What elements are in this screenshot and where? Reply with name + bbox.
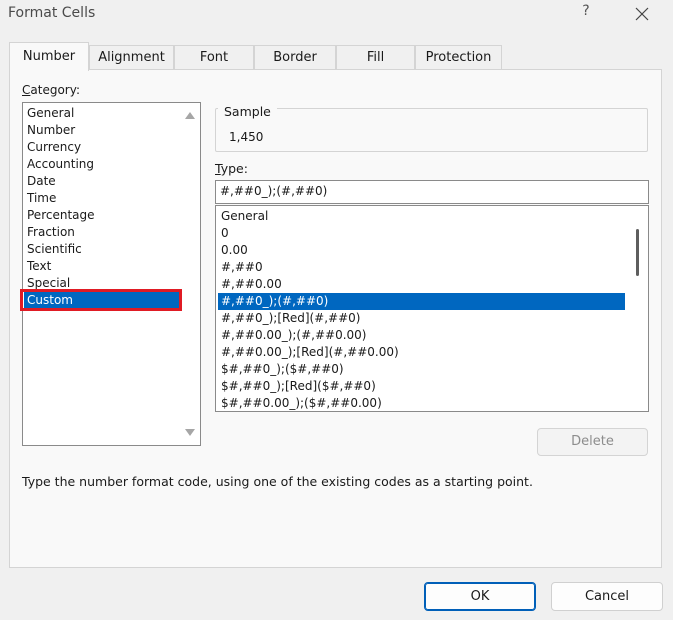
format-item[interactable]: #,##0.00_);(#,##0.00) [221,327,366,344]
category-item-number[interactable]: Number [27,122,75,139]
scroll-up-icon[interactable] [185,112,195,119]
format-item[interactable]: #,##0 [221,259,263,276]
format-item[interactable]: 0.00 [221,242,248,259]
category-label: Category: [22,83,80,97]
category-item-custom[interactable]: Custom [24,292,181,309]
cancel-button[interactable]: Cancel [551,582,663,611]
title-bar: Format Cells ? [0,0,673,30]
category-item-scientific[interactable]: Scientific [27,241,82,258]
format-scrollbar[interactable] [629,207,647,410]
tab-fill[interactable]: Fill [336,45,415,70]
hint-text: Type the number format code, using one o… [22,474,533,489]
help-button[interactable]: ? [576,3,596,25]
scroll-down-icon[interactable] [185,429,195,436]
type-label-text: ype: [220,161,248,176]
tab-alignment[interactable]: Alignment [89,45,174,70]
format-item[interactable]: #,##0.00_);[Red](#,##0.00) [221,344,399,361]
format-item[interactable]: $#,##0_);[Red]($#,##0) [221,378,376,395]
tab-strip: Number Alignment Font Border Fill Protec… [9,42,669,71]
scroll-thumb[interactable] [636,229,639,276]
category-list[interactable]: General Number Currency Accounting Date … [22,102,201,446]
close-icon [635,7,649,21]
category-item-time[interactable]: Time [27,190,56,207]
tab-number[interactable]: Number [9,42,89,71]
format-item-selected[interactable]: #,##0_);(#,##0) [218,293,625,310]
window-title: Format Cells [8,5,96,21]
category-item-text[interactable]: Text [27,258,51,275]
category-item-percentage[interactable]: Percentage [27,207,95,224]
category-item-date[interactable]: Date [27,173,56,190]
sample-label: Sample [218,104,277,119]
format-item[interactable]: $#,##0_);($#,##0) [221,361,344,378]
tab-font[interactable]: Font [174,45,254,70]
type-label: Type: [215,161,248,176]
format-item[interactable]: 0 [221,225,229,242]
category-item-accounting[interactable]: Accounting [27,156,94,173]
tab-protection[interactable]: Protection [415,45,502,70]
format-item[interactable]: #,##0_);[Red](#,##0) [221,310,360,327]
sample-group [215,108,648,152]
category-item-currency[interactable]: Currency [27,139,81,156]
tab-border[interactable]: Border [254,45,336,70]
delete-button[interactable]: Delete [537,428,648,456]
ok-button[interactable]: OK [424,582,536,611]
type-input[interactable]: #,##0_);(#,##0) [215,180,649,204]
category-label-text: ategory: [30,83,80,97]
format-item[interactable]: $#,##0.00_);($#,##0.00) [221,395,382,411]
format-item[interactable]: General [221,208,268,225]
format-code-list[interactable]: General 0 0.00 #,##0 #,##0.00 #,##0_);(#… [215,205,649,412]
category-scrollbar[interactable] [180,104,199,444]
format-item[interactable]: #,##0.00 [221,276,282,293]
close-button[interactable] [631,3,653,25]
category-item-fraction[interactable]: Fraction [27,224,75,241]
category-item-general[interactable]: General [27,105,74,122]
sample-value: 1,450 [229,130,264,144]
category-item-special[interactable]: Special [27,275,70,292]
